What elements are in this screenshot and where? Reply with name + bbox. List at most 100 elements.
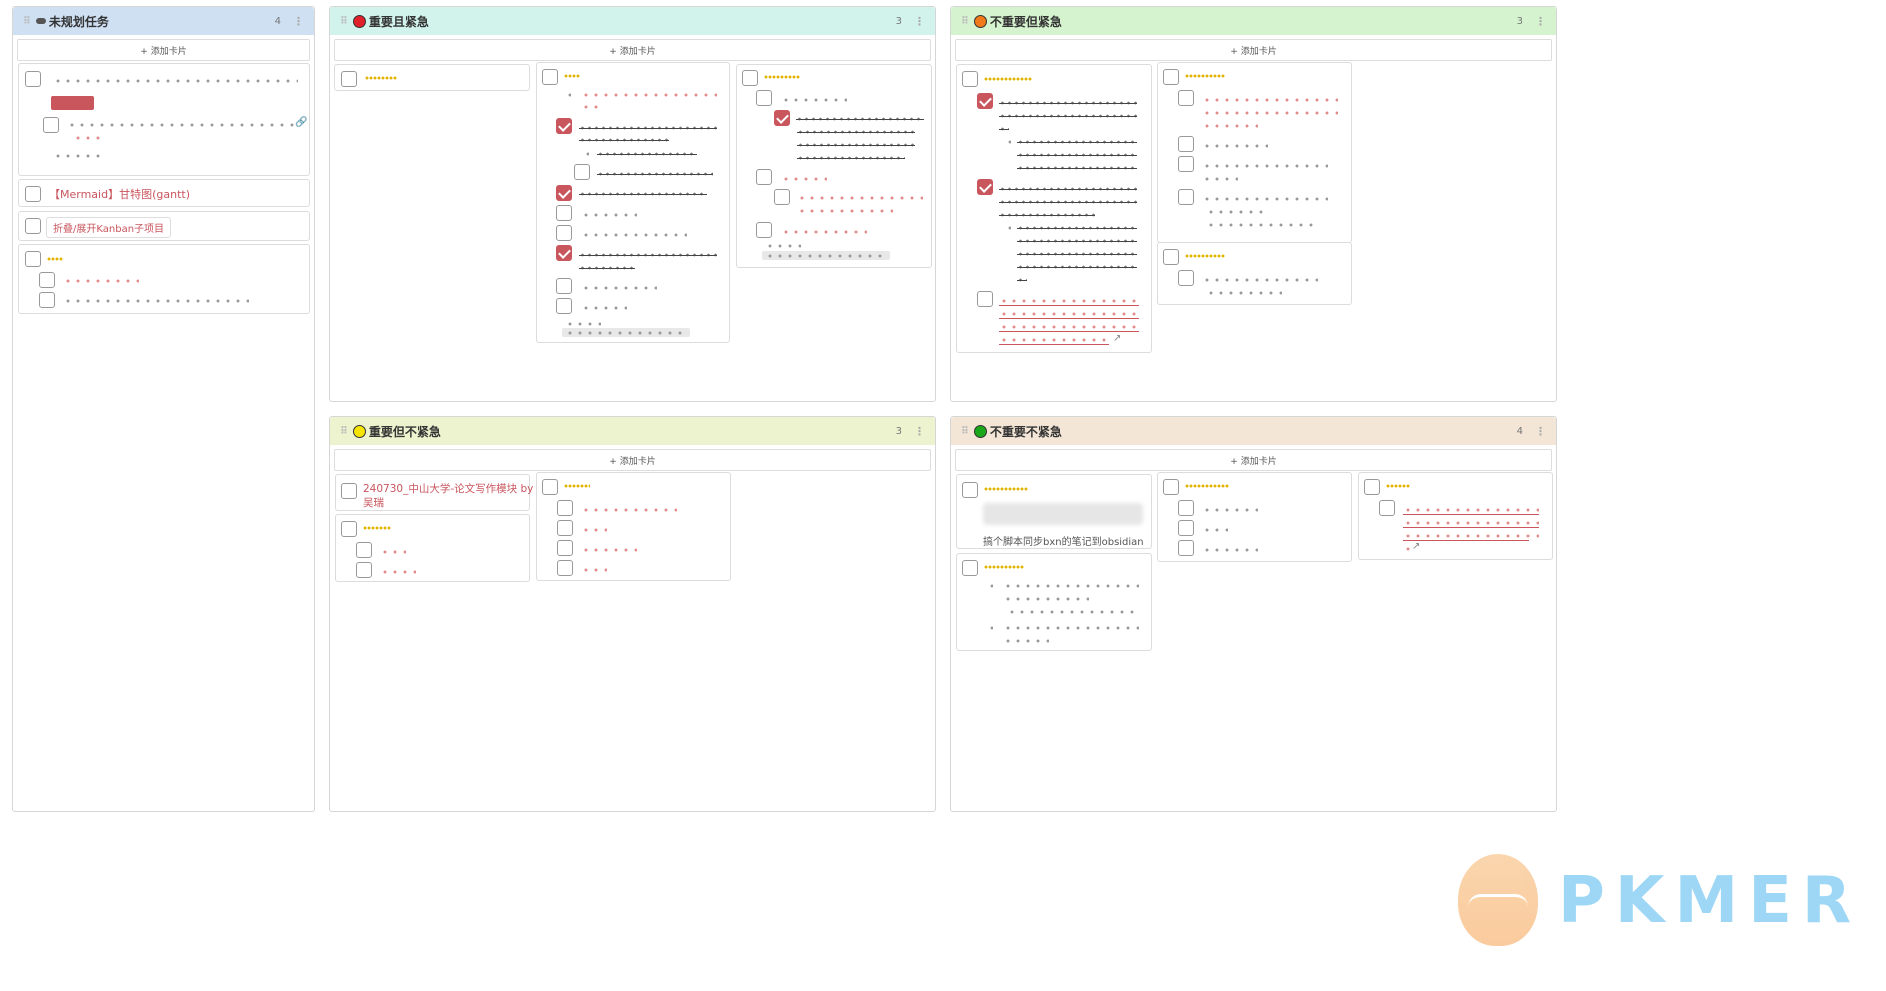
card-checkbox[interactable] (341, 71, 357, 87)
subtask-checkbox[interactable] (574, 164, 590, 180)
card[interactable]: 折叠/展开Kanban子项目 (18, 211, 310, 241)
subtask-checkbox-checked[interactable] (556, 185, 572, 201)
link-text (1403, 521, 1539, 525)
card[interactable]: 🔗 (18, 63, 310, 176)
lane-header[interactable]: ⠿ 不重要不紧急 4 ⋮ (951, 417, 1556, 445)
drag-handle-icon[interactable]: ⠿ (340, 426, 348, 437)
card[interactable] (536, 472, 731, 581)
subtask-checkbox[interactable] (977, 291, 993, 307)
subtask-checkbox[interactable] (1178, 156, 1194, 172)
add-card-button[interactable]: + 添加卡片 (17, 39, 310, 61)
subtask-checkbox[interactable] (43, 117, 59, 133)
subtask-checkbox[interactable] (557, 540, 573, 556)
lane-menu-icon[interactable]: ⋮ (1535, 15, 1546, 28)
subtask-checkbox[interactable] (356, 562, 372, 578)
card[interactable]: ↗ (1358, 472, 1553, 560)
card-checkbox[interactable] (742, 70, 758, 86)
subtask-checkbox[interactable] (1178, 90, 1194, 106)
card-title[interactable]: 吴瑞 (363, 495, 384, 510)
subtask-checkbox-checked[interactable] (556, 245, 572, 261)
add-card-button[interactable]: + 添加卡片 (334, 39, 931, 61)
card-title[interactable]: 【Mermaid】甘特图(gantt) (49, 186, 190, 202)
card-checkbox[interactable] (1163, 249, 1179, 265)
card[interactable] (1157, 62, 1352, 243)
lane-menu-icon[interactable]: ⋮ (914, 425, 925, 438)
card[interactable]: 【Mermaid】甘特图(gantt) (18, 179, 310, 207)
lane-header[interactable]: ⠿ 不重要但紧急 3 ⋮ (951, 7, 1556, 35)
card-checkbox[interactable] (542, 69, 558, 85)
subtask-checkbox[interactable] (556, 298, 572, 314)
card-checkbox[interactable] (25, 251, 41, 267)
card[interactable] (1157, 242, 1352, 305)
card[interactable] (334, 64, 530, 91)
card-checkbox[interactable] (1163, 479, 1179, 495)
card-checkbox[interactable] (25, 71, 41, 87)
card-checkbox[interactable] (341, 483, 357, 499)
card[interactable]: 搞个脚本同步bxn的笔记到obsidian (956, 474, 1152, 549)
card[interactable] (335, 514, 530, 582)
card[interactable] (956, 553, 1152, 651)
done-text (797, 143, 915, 147)
subtask-checkbox[interactable] (39, 292, 55, 308)
lane-menu-icon[interactable]: ⋮ (914, 15, 925, 28)
card[interactable] (18, 244, 310, 314)
add-card-button[interactable]: + 添加卡片 (955, 449, 1552, 471)
lane-menu-icon[interactable]: ⋮ (1535, 425, 1546, 438)
subtask-checkbox[interactable] (1178, 136, 1194, 152)
card-checkbox[interactable] (962, 560, 978, 576)
lane-header[interactable]: ⠿ 重要但不紧急 3 ⋮ (330, 417, 935, 445)
card-checkbox[interactable] (962, 482, 978, 498)
drag-handle-icon[interactable]: ⠿ (961, 16, 969, 27)
lane-header[interactable]: ⠿ 未规划任务 4 ⋮ (13, 7, 314, 35)
subtask-checkbox[interactable] (1379, 500, 1395, 516)
card-checkbox[interactable] (25, 218, 41, 234)
subtask-checkbox[interactable] (1178, 270, 1194, 286)
subtask-checkbox[interactable] (756, 169, 772, 185)
card[interactable]: ↗ (956, 64, 1152, 353)
subtask-checkbox[interactable] (557, 560, 573, 576)
subtask-checkbox[interactable] (1178, 520, 1194, 536)
subtask-checkbox[interactable] (557, 520, 573, 536)
subtask-checkbox[interactable] (556, 225, 572, 241)
card-link-chip[interactable]: 折叠/展开Kanban子项目 (46, 217, 172, 238)
subtask-checkbox-checked[interactable] (556, 118, 572, 134)
card-checkbox[interactable] (1163, 69, 1179, 85)
card-checkbox[interactable] (542, 479, 558, 495)
subtask-checkbox[interactable] (774, 189, 790, 205)
subtask-checkbox-checked[interactable] (774, 110, 790, 126)
drag-handle-icon[interactable]: ⠿ (961, 426, 969, 437)
drag-handle-icon[interactable]: ⠿ (340, 16, 348, 27)
card[interactable] (536, 62, 730, 343)
card[interactable]: 240730_中山大学-论文写作模块 by 吴瑞 (335, 474, 533, 511)
card-title[interactable]: 240730_中山大学-论文写作模块 by (363, 481, 533, 496)
add-card-button[interactable]: + 添加卡片 (334, 449, 931, 471)
link-icon[interactable]: 🔗 (295, 117, 307, 128)
card-checkbox[interactable] (25, 186, 41, 202)
card[interactable] (736, 64, 932, 268)
card-checkbox[interactable] (1364, 479, 1380, 495)
subtask-checkbox[interactable] (556, 205, 572, 221)
subtask-checkbox[interactable] (756, 90, 772, 106)
lane-menu-icon[interactable]: ⋮ (293, 15, 304, 28)
card[interactable] (1157, 472, 1352, 562)
lane-title: 重要且紧急 (368, 14, 429, 29)
subtask-checkbox[interactable] (556, 278, 572, 294)
subtask-checkbox[interactable] (1178, 500, 1194, 516)
subtask-checkbox-checked[interactable] (977, 179, 993, 195)
done-text (1017, 140, 1137, 144)
tag[interactable] (51, 96, 94, 110)
subtask-checkbox[interactable] (756, 222, 772, 238)
card-checkbox[interactable] (962, 71, 978, 87)
lane-header[interactable]: ⠿ 重要且紧急 3 ⋮ (330, 7, 935, 35)
subtask-checkbox[interactable] (39, 272, 55, 288)
add-card-button[interactable]: + 添加卡片 (955, 39, 1552, 61)
external-link-icon[interactable]: ↗ (1113, 333, 1121, 344)
subtask-checkbox-checked[interactable] (977, 93, 993, 109)
drag-handle-icon[interactable]: ⠿ (23, 16, 31, 27)
subtask-checkbox[interactable] (1178, 540, 1194, 556)
card-checkbox[interactable] (341, 521, 357, 537)
external-link-icon[interactable]: ↗ (1412, 541, 1420, 552)
subtask-checkbox[interactable] (1178, 189, 1194, 205)
subtask-checkbox[interactable] (557, 500, 573, 516)
subtask-checkbox[interactable] (356, 542, 372, 558)
